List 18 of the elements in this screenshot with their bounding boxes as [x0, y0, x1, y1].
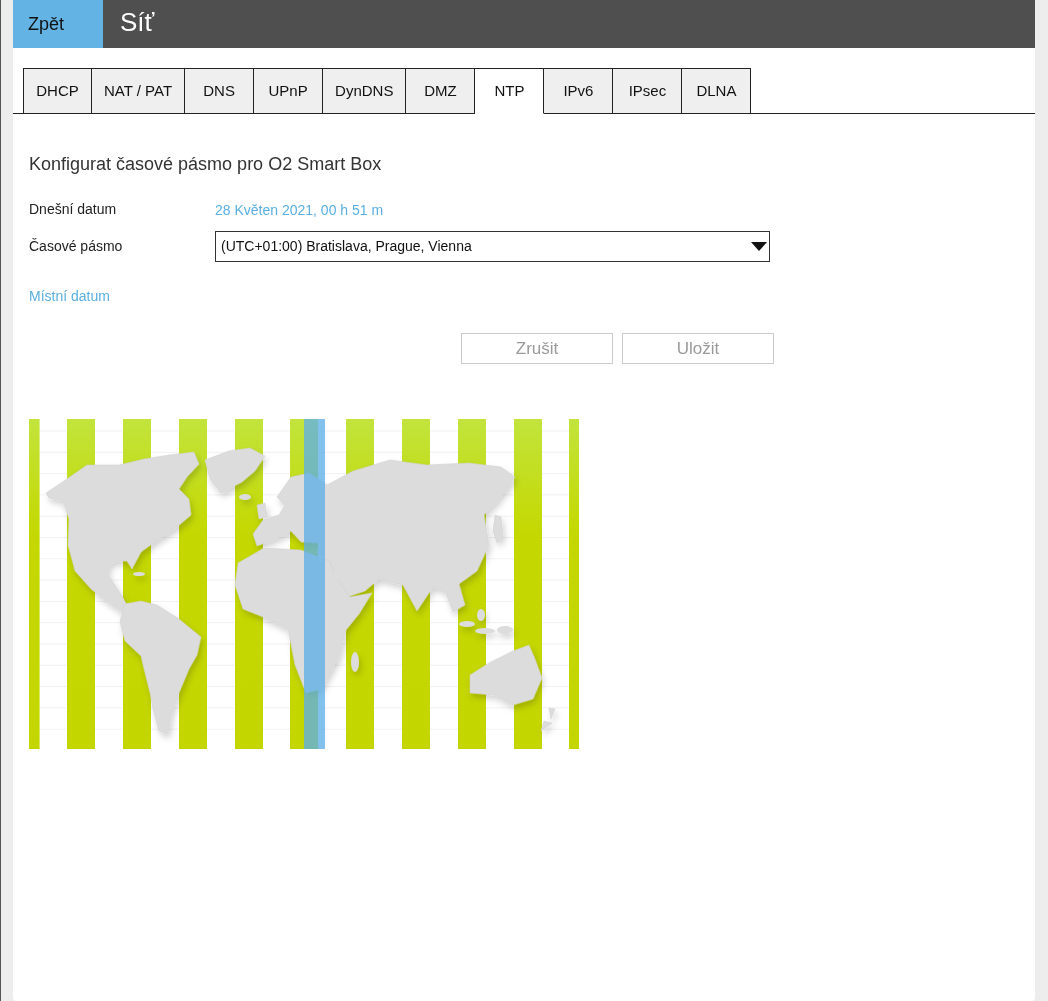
section-title: Konfigurat časové pásmo pro O2 Smart Box — [29, 153, 383, 176]
tab[interactable]: NAT / PAT — [92, 68, 186, 113]
date-value: 28 Květen 2021, 00 h 51 m — [215, 201, 384, 220]
tab[interactable]: DHCP — [23, 68, 92, 113]
tab[interactable]: IPsec — [613, 68, 683, 113]
timezone-select[interactable]: (UTC+01:00) Bratislava, Prague, Vienna — [215, 231, 770, 262]
field-label: Časové pásmo — [29, 237, 124, 256]
tab[interactable]: DMZ — [406, 68, 476, 113]
tab[interactable]: DNS — [185, 68, 255, 113]
tab[interactable]: IPv6 — [544, 68, 614, 113]
tab[interactable]: DLNA — [682, 68, 752, 113]
tab[interactable]: NTP — [475, 68, 545, 114]
field-label: Dnešní datum — [29, 199, 118, 219]
tab[interactable]: UPnP — [254, 68, 324, 113]
caret-icon — [751, 242, 767, 251]
back-button[interactable]: Zpět — [13, 0, 103, 48]
page-title: Síť — [119, 9, 155, 39]
tab[interactable]: DynDNS — [323, 68, 407, 113]
